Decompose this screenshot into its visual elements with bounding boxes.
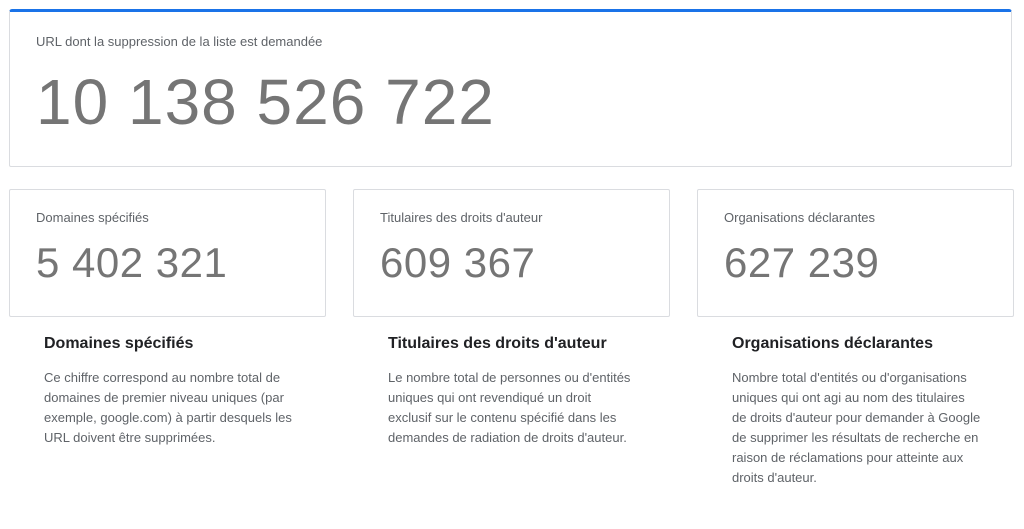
urls-requested-card: URL dont la suppression de la liste est … (9, 9, 1012, 167)
domains-specified-description-title: Domaines spécifiés (44, 335, 194, 352)
domains-specified-card: Domaines spécifiés 5 402 321 (9, 189, 326, 317)
copyright-owners-value: 609 367 (380, 239, 536, 286)
copyright-owners-label: Titulaires des droits d'auteur (380, 210, 543, 225)
copyright-owners-description-body: Le nombre total de personnes ou d'entité… (388, 370, 631, 445)
urls-requested-value: 10 138 526 722 (36, 66, 495, 138)
reporting-organizations-description-body: Nombre total d'entités ou d'organisation… (732, 370, 981, 485)
reporting-organizations-value: 627 239 (724, 239, 880, 286)
domains-specified-description-body: Ce chiffre correspond au nombre total de… (44, 370, 292, 445)
copyright-owners-description-title: Titulaires des droits d'auteur (388, 335, 607, 352)
reporting-organizations-label: Organisations déclarantes (724, 210, 876, 225)
transparency-report-page: URL dont la suppression de la liste est … (0, 0, 1024, 529)
urls-requested-label: URL dont la suppression de la liste est … (36, 34, 323, 49)
reporting-organizations-description-title: Organisations déclarantes (732, 335, 933, 352)
domains-specified-label: Domaines spécifiés (36, 210, 149, 225)
reporting-organizations-card: Organisations déclarantes 627 239 (697, 189, 1014, 317)
copyright-owners-description: Titulaires des droits d'auteur Le nombre… (388, 334, 638, 448)
domains-specified-description: Domaines spécifiés Ce chiffre correspond… (44, 334, 294, 448)
reporting-organizations-description: Organisations déclarantes Nombre total d… (732, 334, 982, 488)
copyright-owners-card: Titulaires des droits d'auteur 609 367 (353, 189, 670, 317)
domains-specified-value: 5 402 321 (36, 239, 228, 286)
